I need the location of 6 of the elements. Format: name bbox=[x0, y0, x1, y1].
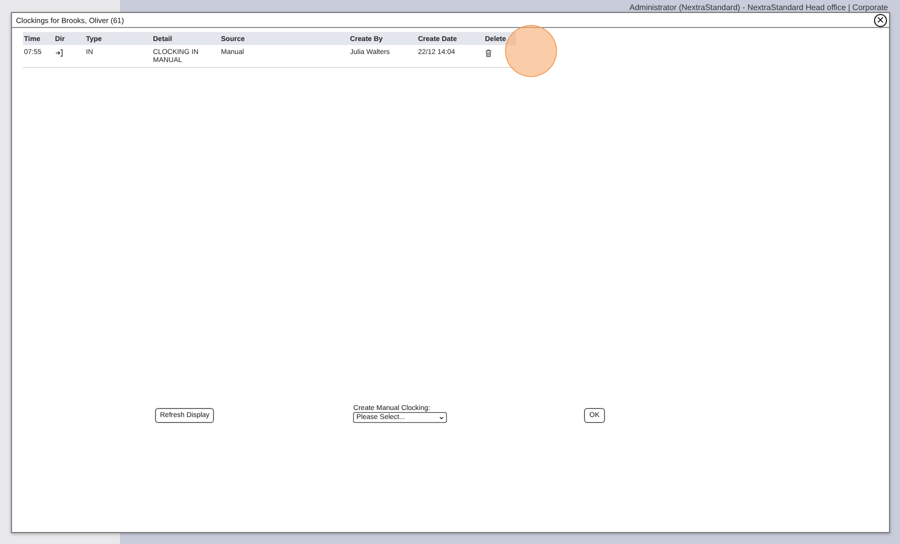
caret-icon bbox=[439, 416, 444, 420]
user-info-text: Administrator (NextraStandard) - NextraStandard Head office | Corporate bbox=[630, 3, 888, 13]
arrow-into-door-icon bbox=[55, 49, 63, 57]
close-button[interactable]: × bbox=[874, 14, 887, 26]
click-highlight bbox=[505, 25, 557, 77]
trash-icon[interactable] bbox=[485, 49, 492, 57]
